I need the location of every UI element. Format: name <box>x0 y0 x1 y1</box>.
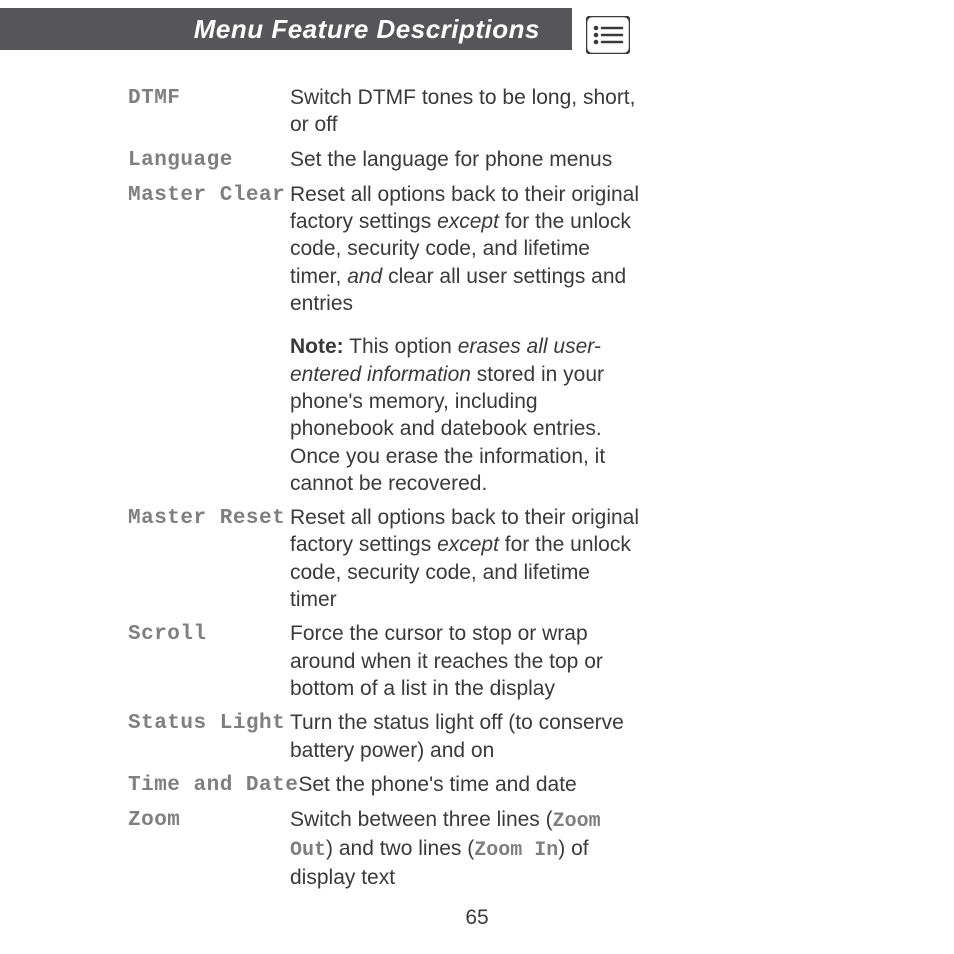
header-bar: Menu Feature Descriptions <box>0 8 572 50</box>
desc-language: Set the language for phone menus <box>290 146 642 173</box>
term-time-and-date: Time and Date <box>128 771 298 799</box>
page-title: Menu Feature Descriptions <box>194 14 540 45</box>
row-status-light: Status Light Turn the status light off (… <box>128 709 642 764</box>
row-master-reset: Master Reset Reset all options back to t… <box>128 504 642 613</box>
term-master-clear: Master Clear <box>128 181 290 209</box>
term-language: Language <box>128 146 290 174</box>
text: This option <box>344 335 458 358</box>
row-scroll: Scroll Force the cursor to stop or wrap … <box>128 620 642 702</box>
desc-master-reset: Reset all options back to their original… <box>290 504 642 613</box>
content-area: DTMF Switch DTMF tones to be long, short… <box>0 84 642 891</box>
text-italic: except <box>437 533 499 556</box>
desc-scroll: Force the cursor to stop or wrap around … <box>290 620 642 702</box>
desc-master-clear-note: Note: This option erases all user-entere… <box>290 333 642 497</box>
term-scroll: Scroll <box>128 620 290 648</box>
text-italic: except <box>437 210 499 233</box>
row-dtmf: DTMF Switch DTMF tones to be long, short… <box>128 84 642 139</box>
text: Switch between three lines ( <box>290 808 553 831</box>
desc-status-light: Turn the status light off (to conserve b… <box>290 709 642 764</box>
desc-zoom: Switch between three lines (Zoom Out) an… <box>290 806 642 891</box>
term-zoom: Zoom <box>128 806 290 834</box>
row-language: Language Set the language for phone menu… <box>128 146 642 174</box>
desc-master-clear: Reset all options back to their original… <box>290 181 642 317</box>
desc-dtmf: Switch DTMF tones to be long, short, or … <box>290 84 642 139</box>
text-italic: and <box>347 265 382 288</box>
text: ) and two lines ( <box>326 837 474 860</box>
term-empty <box>128 333 290 334</box>
note-label: Note: <box>290 335 344 358</box>
row-master-clear-note: Note: This option erases all user-entere… <box>128 333 642 497</box>
row-zoom: Zoom Switch between three lines (Zoom Ou… <box>128 806 642 891</box>
term-dtmf: DTMF <box>128 84 290 112</box>
page-number: 65 <box>0 906 954 930</box>
row-master-clear: Master Clear Reset all options back to t… <box>128 181 642 317</box>
row-time-and-date: Time and Date Set the phone's time and d… <box>128 771 642 799</box>
zoom-in-label: Zoom In <box>474 839 558 862</box>
term-status-light: Status Light <box>128 709 290 737</box>
page: Menu Feature Descriptions DTMF Switch DT… <box>0 0 954 954</box>
desc-time-and-date: Set the phone's time and date <box>298 771 642 798</box>
term-master-reset: Master Reset <box>128 504 290 532</box>
bullet-list-icon <box>586 16 630 54</box>
